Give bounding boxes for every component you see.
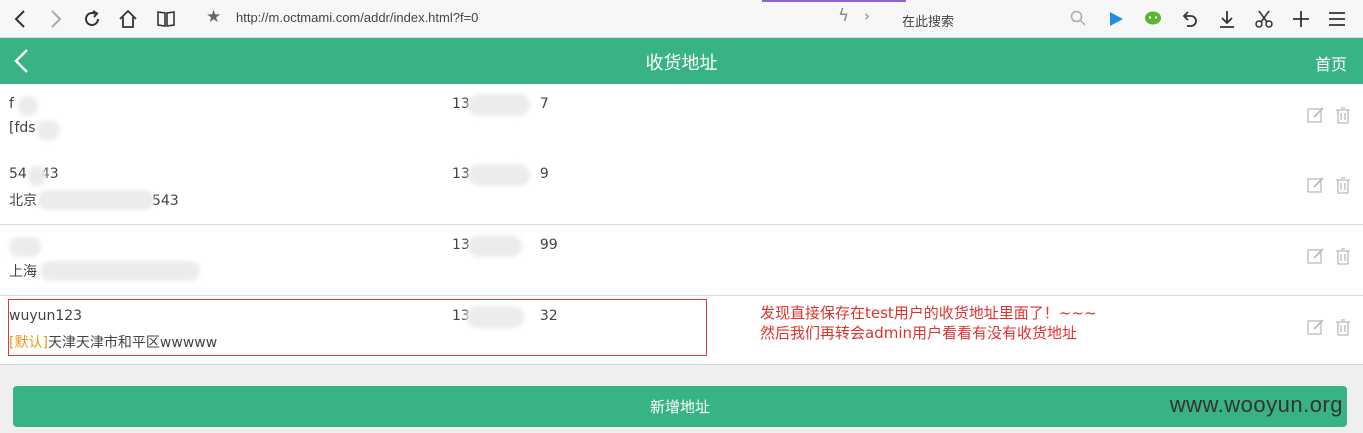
reload-icon[interactable] — [78, 5, 106, 33]
redaction — [9, 237, 41, 257]
edit-icon[interactable] — [1307, 247, 1325, 265]
plus-icon[interactable] — [1287, 5, 1315, 33]
redaction — [28, 166, 46, 186]
bolt-icon[interactable]: ϟ — [838, 6, 849, 26]
star-icon[interactable]: ★ — [206, 7, 221, 27]
delete-icon[interactable] — [1335, 106, 1351, 124]
edit-icon[interactable] — [1307, 106, 1325, 124]
forward-icon[interactable] — [42, 5, 70, 33]
highlight-box — [8, 299, 707, 356]
search-input[interactable]: 在此搜索 — [892, 5, 1092, 33]
redaction — [468, 164, 530, 186]
home-link[interactable]: 首页 — [1315, 51, 1347, 75]
undo-icon[interactable] — [1176, 5, 1204, 33]
address-row[interactable]: 13 99 上海 — [0, 225, 1363, 296]
add-address-button[interactable]: 新增地址 — [13, 386, 1347, 427]
menu-icon[interactable] — [1323, 5, 1351, 33]
footer-area: 新增地址 — [0, 365, 1363, 433]
recipient-name: f — [9, 96, 14, 112]
redaction — [36, 120, 60, 140]
play-icon[interactable] — [1102, 5, 1130, 33]
edit-icon[interactable] — [1307, 318, 1325, 336]
annotation-text: 发现直接保存在test用户的收货地址里面了！~~~ 然后我们再转会admin用户… — [760, 303, 1097, 343]
redaction — [468, 235, 522, 257]
address-row[interactable]: f 13 7 [fds — [0, 84, 1363, 155]
address-row[interactable]: 54 43 13 9 北京 543 — [0, 154, 1363, 225]
browser-toolbar: ★ http://m.octmami.com/addr/index.html?f… — [0, 0, 1363, 38]
search-icon[interactable] — [1070, 10, 1086, 26]
reader-icon[interactable] — [152, 5, 180, 33]
delete-icon[interactable] — [1335, 318, 1351, 336]
delete-icon[interactable] — [1335, 176, 1351, 194]
annotation-line: 然后我们再转会admin用户看看有没有收货地址 — [760, 324, 1078, 342]
download-icon[interactable] — [1213, 5, 1241, 33]
redaction — [468, 94, 530, 116]
watermark: www.wooyun.org — [1169, 392, 1343, 417]
edit-icon[interactable] — [1307, 176, 1325, 194]
annotation-line: 发现直接保存在test用户的收货地址里面了！~~~ — [760, 304, 1097, 322]
search-placeholder: 在此搜索 — [902, 15, 955, 30]
chevron-right-icon[interactable]: › — [864, 7, 870, 25]
redaction — [38, 190, 154, 210]
delete-icon[interactable] — [1335, 247, 1351, 265]
address-text: [fds — [9, 120, 36, 136]
wechat-icon[interactable] — [1139, 5, 1167, 33]
back-icon[interactable] — [6, 5, 34, 33]
redaction — [40, 261, 200, 281]
redaction — [18, 96, 38, 116]
scissors-icon[interactable] — [1250, 5, 1278, 33]
address-text: 上海 — [9, 264, 37, 280]
home-icon[interactable] — [114, 5, 142, 33]
address-bar[interactable]: http://m.octmami.com/addr/index.html?f=0 — [236, 10, 478, 25]
app-header: 收货地址 首页 — [0, 38, 1363, 84]
page-title: 收货地址 — [645, 53, 718, 74]
tab-accent — [762, 0, 906, 2]
